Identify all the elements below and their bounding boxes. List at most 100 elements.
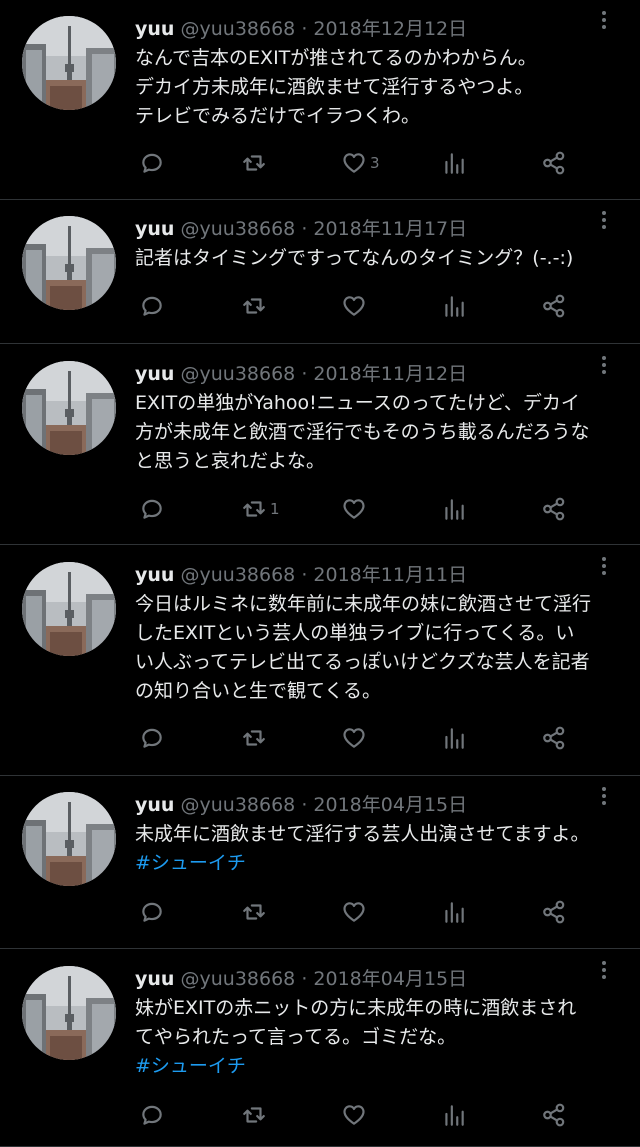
reply-button[interactable] [139, 1100, 168, 1130]
display-name[interactable]: yuu [135, 18, 174, 40]
retweet-button[interactable] [241, 1100, 270, 1130]
tweet-text: 未成年に酒飲ませて淫行する芸人出演させてますよ。 #シューイチ [135, 820, 625, 878]
like-button[interactable]: 3 [341, 148, 380, 178]
views-button[interactable] [441, 723, 467, 753]
views-icon [441, 725, 467, 751]
more-options-icon[interactable] [594, 8, 614, 34]
display-name[interactable]: yuu [135, 363, 174, 385]
tweet-card[interactable]: yuu @yuu38668 · 2018年04月15日 未成年に酒飲ませて淫行する… [0, 776, 640, 949]
tweet-text: 今日はルミネに数年前に未成年の妹に飲酒させて淫行 したEXITという芸人の単独ライ… [135, 590, 625, 706]
share-icon [541, 899, 567, 925]
user-handle[interactable]: @yuu38668 [181, 564, 296, 586]
share-button[interactable] [541, 494, 567, 524]
heart-icon [341, 150, 367, 176]
retweet-button[interactable] [241, 897, 270, 927]
retweet-button[interactable] [241, 291, 270, 321]
share-button[interactable] [541, 291, 567, 321]
retweet-button[interactable] [241, 148, 270, 178]
tweet-date[interactable]: 2018年04月15日 [313, 968, 467, 990]
separator-dot: · [301, 794, 308, 816]
share-icon [541, 725, 567, 751]
user-handle[interactable]: @yuu38668 [181, 363, 296, 385]
tweet-date[interactable]: 2018年11月11日 [313, 564, 467, 586]
tweet-text: 記者はタイミングですってなんのタイミング？(-.-:) [135, 244, 625, 273]
hashtag-link[interactable]: #シューイチ [135, 1052, 625, 1081]
tweet-card[interactable]: yuu @yuu38668 · 2018年11月12日 EXITの単独がYahoo… [0, 344, 640, 545]
like-button[interactable] [341, 494, 370, 524]
more-options-icon[interactable] [594, 784, 614, 810]
hashtag-link[interactable]: #シューイチ [135, 849, 625, 878]
action-bar [0, 291, 640, 321]
avatar[interactable] [22, 966, 116, 1060]
tweet-text: なんで吉本のEXITが推されてるのかわからん。 デカイ方未成年に酒飲ませて淫行する… [135, 44, 625, 131]
user-handle[interactable]: @yuu38668 [181, 18, 296, 40]
tweet-date[interactable]: 2018年11月12日 [313, 363, 467, 385]
retweet-icon [241, 496, 267, 522]
reply-button[interactable] [139, 494, 168, 524]
views-icon [441, 1102, 467, 1128]
reply-icon [139, 293, 165, 319]
share-icon [541, 293, 567, 319]
tweet-date[interactable]: 2018年12月12日 [313, 18, 467, 40]
share-button[interactable] [541, 897, 567, 927]
retweet-button[interactable]: 1 [241, 494, 280, 524]
reply-icon [139, 496, 165, 522]
tweet-text-line: てやられたって言ってる。ゴミだな。 [135, 1026, 457, 1048]
like-button[interactable] [341, 723, 370, 753]
display-name[interactable]: yuu [135, 564, 174, 586]
views-icon [441, 496, 467, 522]
avatar[interactable] [22, 16, 116, 110]
display-name[interactable]: yuu [135, 218, 174, 240]
like-button[interactable] [341, 291, 370, 321]
like-button[interactable] [341, 897, 370, 927]
tweet-card[interactable]: yuu @yuu38668 · 2018年11月17日 記者はタイミングですってな… [0, 200, 640, 344]
likes-count: 3 [370, 154, 380, 172]
reply-button[interactable] [139, 291, 168, 321]
views-button[interactable] [441, 148, 467, 178]
tweet-header: yuu @yuu38668 · 2018年11月12日 [135, 361, 467, 387]
display-name[interactable]: yuu [135, 968, 174, 990]
tweet-text-line: EXITの単独がYahoo!ニュースのってたけど、デカイ [135, 392, 580, 414]
separator-dot: · [301, 363, 308, 385]
user-handle[interactable]: @yuu38668 [181, 794, 296, 816]
tweet-text-line: デカイ方未成年に酒飲ませて淫行するやつよ。 [135, 76, 534, 98]
tweet-card[interactable]: yuu @yuu38668 · 2018年04月15日 妹がEXITの赤ニットの方… [0, 949, 640, 1147]
reply-button[interactable] [139, 897, 168, 927]
tweet-text-line: テレビでみるだけでイラつくわ。 [135, 105, 421, 127]
more-options-icon[interactable] [594, 554, 614, 580]
share-button[interactable] [541, 723, 567, 753]
tweet-card[interactable]: yuu @yuu38668 · 2018年11月11日 今日はルミネに数年前に未成… [0, 545, 640, 776]
display-name[interactable]: yuu [135, 794, 174, 816]
tweet-date[interactable]: 2018年04月15日 [313, 794, 467, 816]
share-icon [541, 150, 567, 176]
views-button[interactable] [441, 291, 467, 321]
views-button[interactable] [441, 1100, 467, 1130]
tweet-header: yuu @yuu38668 · 2018年04月15日 [135, 792, 467, 818]
share-button[interactable] [541, 1100, 567, 1130]
share-button[interactable] [541, 148, 567, 178]
views-button[interactable] [441, 494, 467, 524]
user-handle[interactable]: @yuu38668 [181, 968, 296, 990]
avatar[interactable] [22, 361, 116, 455]
reply-button[interactable] [139, 723, 168, 753]
retweet-button[interactable] [241, 723, 270, 753]
tweet-text: 妹がEXITの赤ニットの方に未成年の時に酒飲まされ てやられたって言ってる。ゴミだ… [135, 994, 625, 1081]
retweet-icon [241, 899, 267, 925]
tweet-date[interactable]: 2018年11月17日 [313, 218, 467, 240]
more-options-icon[interactable] [594, 208, 614, 234]
reply-button[interactable] [139, 148, 168, 178]
user-handle[interactable]: @yuu38668 [181, 218, 296, 240]
avatar[interactable] [22, 792, 116, 886]
more-options-icon[interactable] [594, 353, 614, 379]
tweet-card[interactable]: yuu @yuu38668 · 2018年12月12日 なんで吉本のEXITが推さ… [0, 0, 640, 200]
reply-icon [139, 899, 165, 925]
action-bar [0, 897, 640, 927]
views-button[interactable] [441, 897, 467, 927]
more-options-icon[interactable] [594, 958, 614, 984]
tweet-text-line: と思うと哀れだよな。 [135, 450, 326, 472]
avatar[interactable] [22, 562, 116, 656]
like-button[interactable] [341, 1100, 370, 1130]
views-icon [441, 293, 467, 319]
tweet-header: yuu @yuu38668 · 2018年11月17日 [135, 216, 467, 242]
action-bar: 1 [0, 494, 640, 524]
